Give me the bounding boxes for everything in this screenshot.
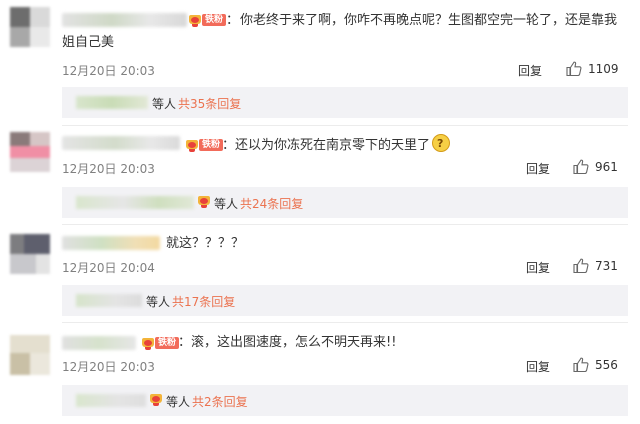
sub-replies-bar[interactable]: 等人 共24条回复 [62, 187, 628, 218]
view-replies-link[interactable]: 共35条回复 [178, 95, 241, 112]
reply-button[interactable]: 回复 [526, 160, 550, 177]
sub-reply-others: 等人 [146, 295, 171, 309]
comment-item: 铁粉 ： 你老终于来了啊，你咋不再晚点呢？生图都空完一轮了，还是靠我 姐自己美 … [0, 0, 640, 122]
fan-badge: 铁粉 [142, 336, 180, 350]
like-count: 556 [595, 357, 618, 372]
like-button[interactable]: 731 [573, 258, 618, 273]
reply-button[interactable]: 回复 [518, 62, 542, 79]
comment-timestamp: 12月20日 20:03 [62, 360, 155, 374]
sub-reply-others: 等人 [166, 395, 191, 409]
view-replies-link[interactable]: 共17条回复 [172, 293, 235, 310]
comment-text-continued: 姐自己美 [62, 35, 115, 50]
username-blurred[interactable] [62, 136, 180, 150]
crown-icon [150, 393, 162, 406]
like-count: 1109 [588, 61, 619, 76]
thumbs-up-icon [573, 159, 589, 174]
thumbs-up-icon [573, 357, 589, 372]
avatar[interactable] [10, 132, 50, 172]
like-count: 961 [595, 159, 618, 174]
like-button[interactable]: 1109 [566, 61, 619, 76]
sub-reply-user-blurred [76, 294, 142, 307]
fan-tag: 铁粉 [202, 14, 227, 26]
thumbs-up-icon [566, 61, 582, 76]
comment-text-body: ：还以为你冻死在南京零下的天里了 [222, 138, 431, 153]
comment-item: 就这？？？？ 12月20日 20:04 回复 731 等人 共17条回复 [0, 225, 640, 320]
comment-item: 铁粉 ：还以为你冻死在南京零下的天里了 12月20日 20:03 回复 961 … [0, 126, 640, 222]
avatar[interactable] [10, 7, 50, 47]
like-count: 731 [595, 258, 618, 273]
reply-button[interactable]: 回复 [526, 358, 550, 375]
comment-text: 你老终于来了啊，你咋不再晚点呢？生图都空完一轮了，还是靠我 [240, 13, 618, 28]
crown-icon [189, 14, 201, 27]
view-replies-link[interactable]: 共24条回复 [240, 195, 303, 212]
view-replies-link[interactable]: 共2条回复 [192, 393, 248, 410]
comment-timestamp: 12月20日 20:03 [62, 64, 155, 78]
username-blurred[interactable] [62, 236, 160, 250]
comment-text: 就这？？？？ [166, 236, 245, 251]
fan-badge: 铁粉 [186, 138, 224, 152]
reply-button[interactable]: 回复 [526, 259, 550, 276]
crown-icon [198, 195, 210, 208]
comment-item: 铁粉 ：滚，这出图速度，怎么不明天再来!! 12月20日 20:03 回复 55… [0, 323, 640, 424]
sub-reply-others: 等人 [214, 197, 239, 211]
sub-reply-user-blurred [76, 394, 146, 407]
like-button[interactable]: 961 [573, 159, 618, 174]
comment-colon: ： [226, 13, 240, 28]
fan-tag: 铁粉 [199, 139, 224, 151]
comment-timestamp: 12月20日 20:03 [62, 162, 155, 176]
sub-reply-user-blurred [76, 196, 194, 209]
fan-badge: 铁粉 [189, 13, 227, 27]
crown-icon [142, 337, 154, 350]
sub-replies-bar[interactable]: 等人 共35条回复 [62, 87, 628, 118]
fan-tag: 铁粉 [155, 337, 180, 349]
sub-replies-bar[interactable]: 等人 共17条回复 [62, 285, 628, 316]
comment-text: ：滚，这出图速度，怎么不明天再来!! [178, 335, 397, 350]
like-button[interactable]: 556 [573, 357, 618, 372]
thinking-face-emoji-icon [432, 133, 451, 154]
avatar[interactable] [10, 234, 50, 274]
avatar[interactable] [10, 335, 50, 375]
username-blurred[interactable] [62, 13, 187, 27]
comment-timestamp: 12月20日 20:04 [62, 261, 155, 275]
sub-replies-bar[interactable]: 等人 共2条回复 [62, 385, 628, 416]
thumbs-up-icon [573, 258, 589, 273]
username-blurred[interactable] [62, 336, 136, 350]
crown-icon [186, 139, 198, 152]
comment-text: ：还以为你冻死在南京零下的天里了 [222, 133, 451, 156]
sub-reply-others: 等人 [152, 97, 177, 111]
sub-reply-user-blurred [76, 96, 148, 109]
